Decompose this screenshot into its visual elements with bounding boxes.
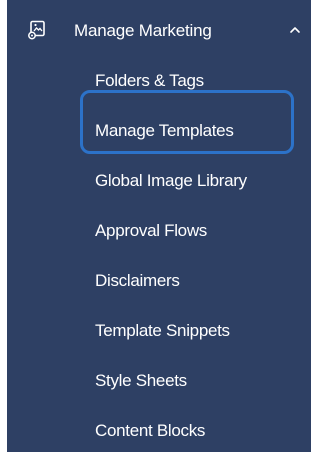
submenu-item-label: Disclaimers bbox=[95, 271, 180, 290]
manage-marketing-label: Manage Marketing bbox=[74, 21, 212, 40]
submenu-item-content-blocks[interactable]: Content Blocks bbox=[7, 406, 311, 456]
submenu-item-manage-templates[interactable]: Manage Templates bbox=[7, 90, 311, 156]
sidebar-nav: Manage Marketing Folders & Tags Manage T… bbox=[7, 0, 311, 452]
chevron-up-icon[interactable] bbox=[288, 23, 302, 37]
submenu-item-label: Style Sheets bbox=[95, 371, 187, 390]
manage-marketing-submenu: Folders & Tags Manage Templates Global I… bbox=[7, 56, 311, 456]
submenu-item-disclaimers[interactable]: Disclaimers bbox=[7, 256, 311, 306]
submenu-item-global-image-library[interactable]: Global Image Library bbox=[7, 156, 311, 206]
manage-marketing-section-toggle[interactable]: Manage Marketing bbox=[7, 6, 311, 56]
submenu-item-folders-tags[interactable]: Folders & Tags bbox=[7, 56, 311, 106]
submenu-item-label: Global Image Library bbox=[95, 171, 247, 190]
submenu-item-label: Manage Templates bbox=[95, 121, 234, 140]
submenu-item-label: Folders & Tags bbox=[95, 71, 204, 90]
submenu-item-label: Content Blocks bbox=[95, 421, 206, 440]
submenu-item-approval-flows[interactable]: Approval Flows bbox=[7, 206, 311, 256]
submenu-item-style-sheets[interactable]: Style Sheets bbox=[7, 356, 311, 406]
submenu-item-label: Template Snippets bbox=[95, 321, 230, 340]
submenu-item-label: Approval Flows bbox=[95, 221, 208, 240]
marketing-template-icon bbox=[27, 20, 47, 40]
submenu-item-template-snippets[interactable]: Template Snippets bbox=[7, 306, 311, 356]
